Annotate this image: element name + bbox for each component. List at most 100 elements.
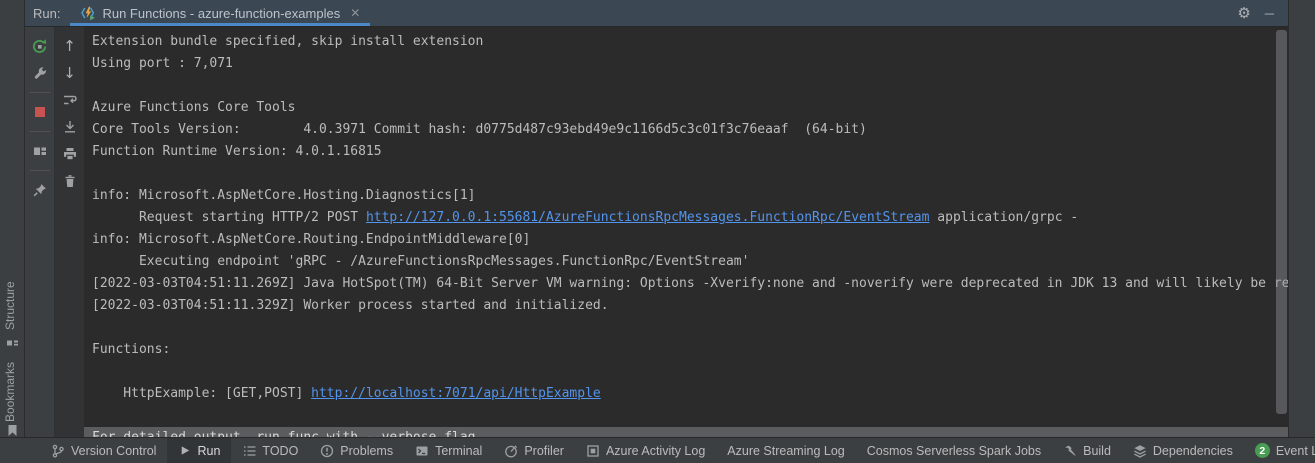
vertical-scrollbar[interactable] xyxy=(1276,30,1287,414)
console-text: info: Microsoft.AspNetCore.Hosting.Diagn… xyxy=(92,188,476,203)
pin-icon[interactable] xyxy=(29,179,51,201)
console-text: [2022-03-03T04:51:11.269Z] Java HotSpot(… xyxy=(92,276,1288,291)
console-line: info: Microsoft.AspNetCore.Routing.Endpo… xyxy=(84,229,1288,251)
statusbar-item-label: Version Control xyxy=(71,444,156,458)
console-line xyxy=(84,405,1288,427)
console-text: Executing endpoint 'gRPC - /AzureFunctio… xyxy=(92,254,749,269)
console-line: Core Tools Version: 4.0.3971 Commit hash… xyxy=(84,119,1288,141)
statusbar-item-azure-streaming-log[interactable]: Azure Streaming Log xyxy=(716,438,855,463)
gear-icon[interactable]: ⚙ xyxy=(1237,4,1250,22)
close-icon[interactable]: ✕ xyxy=(346,6,360,20)
console-line: Using port : 7,071 xyxy=(84,53,1288,75)
statusbar-item-cosmos-serverless-spark-jobs[interactable]: Cosmos Serverless Spark Jobs xyxy=(856,438,1052,463)
sidebar-item-structure[interactable]: Structure xyxy=(3,281,17,330)
statusbar-right: 2Event Log xyxy=(1244,438,1315,463)
scroll-up-icon[interactable]: ↑ xyxy=(59,35,81,57)
console-text: Functions: xyxy=(92,342,170,357)
console-text: application/grpc - xyxy=(929,210,1078,225)
console-toolbar: ↑ ↓ xyxy=(55,27,84,437)
statusbar-item-label: Build xyxy=(1083,444,1111,458)
console-text: info: Microsoft.AspNetCore.Routing.Endpo… xyxy=(92,232,530,247)
console-line: HttpExample: [GET,POST] http://localhost… xyxy=(84,383,1288,405)
scroll-to-end-icon[interactable] xyxy=(59,116,81,138)
problems-icon xyxy=(320,444,334,458)
console-line xyxy=(84,75,1288,97)
bookmarks-icon[interactable] xyxy=(6,424,19,437)
console-line: Function Runtime Version: 4.0.1.16815 xyxy=(84,141,1288,163)
console-link[interactable]: http://127.0.0.1:55681/AzureFunctionsRpc… xyxy=(366,210,930,225)
console-line: Extension bundle specified, skip install… xyxy=(84,31,1288,53)
toolbar-separator xyxy=(30,170,50,171)
console-text: Request starting HTTP/2 POST xyxy=(92,210,366,225)
console-text: Using port : 7,071 xyxy=(92,56,233,71)
run-controls-toolbar xyxy=(25,27,55,437)
statusbar-item-event-log[interactable]: 2Event Log xyxy=(1244,438,1315,463)
structure-icon[interactable] xyxy=(6,334,19,347)
console-line: Azure Functions Core Tools xyxy=(84,97,1288,119)
statusbar-left: Version Control Run TODO Problems Terminal Pr… xyxy=(40,438,1244,463)
console-lines: Extension bundle specified, skip install… xyxy=(84,27,1288,427)
right-tool-stripe xyxy=(1288,0,1315,437)
console-line xyxy=(84,163,1288,185)
tool-window-title: Run: xyxy=(25,0,70,26)
play-icon xyxy=(178,444,191,457)
console-text: Core Tools Version: 4.0.3971 Commit hash… xyxy=(92,122,867,137)
azure-functions-icon xyxy=(80,5,96,21)
profiler-icon xyxy=(504,444,518,458)
status-bar: Version Control Run TODO Problems Terminal Pr… xyxy=(0,437,1315,463)
statusbar-item-problems[interactable]: Problems xyxy=(309,438,404,463)
version-control-icon xyxy=(51,444,65,458)
console-line: Functions: xyxy=(84,339,1288,361)
statusbar-item-label: Azure Activity Log xyxy=(606,444,705,458)
sidebar-item-bookmarks[interactable]: Bookmarks xyxy=(3,362,17,422)
run-config-tab-label: Run Functions - azure-function-examples xyxy=(102,6,340,21)
scroll-down-icon[interactable]: ↓ xyxy=(59,62,81,84)
console-output[interactable]: Extension bundle specified, skip install… xyxy=(84,27,1288,437)
statusbar-item-label: Problems xyxy=(340,444,393,458)
run-tool-window: Run: Run Functions - azure-function-exam… xyxy=(0,0,1315,463)
console-text: HttpExample: [GET,POST] xyxy=(92,386,311,401)
console-line: [2022-03-03T04:51:11.329Z] Worker proces… xyxy=(84,295,1288,317)
statusbar-item-profiler[interactable]: Profiler xyxy=(493,438,575,463)
wrench-icon[interactable] xyxy=(29,62,51,84)
run-config-tab[interactable]: Run Functions - azure-function-examples … xyxy=(70,0,370,26)
console-line xyxy=(84,317,1288,339)
console-line: [2022-03-03T04:51:11.269Z] Java HotSpot(… xyxy=(84,273,1288,295)
azure-activity-log-icon xyxy=(586,444,600,458)
console-link[interactable]: http://localhost:7071/api/HttpExample xyxy=(311,386,601,401)
console-text: Extension bundle specified, skip install… xyxy=(92,34,483,49)
left-tool-stripe: Structure Bookmarks xyxy=(0,0,25,437)
statusbar-item-label: Event Log xyxy=(1276,444,1315,458)
statusbar-item-label: Run xyxy=(197,444,220,458)
console-line: info: Microsoft.AspNetCore.Hosting.Diagn… xyxy=(84,185,1288,207)
toolbar-separator xyxy=(30,131,50,132)
console-line xyxy=(84,361,1288,383)
console-line: Request starting HTTP/2 POST http://127.… xyxy=(84,207,1288,229)
statusbar-item-label: Terminal xyxy=(435,444,482,458)
clear-all-icon[interactable] xyxy=(59,170,81,192)
todo-icon xyxy=(242,444,256,458)
statusbar-item-version-control[interactable]: Version Control xyxy=(40,438,167,463)
dependencies-icon xyxy=(1133,444,1147,458)
statusbar-item-build[interactable]: Build xyxy=(1052,438,1122,463)
statusbar-item-dependencies[interactable]: Dependencies xyxy=(1122,438,1244,463)
stop-icon[interactable] xyxy=(29,101,51,123)
statusbar-item-run[interactable]: Run xyxy=(167,438,231,463)
statusbar-item-label: Dependencies xyxy=(1153,444,1233,458)
tool-window-header: Run: Run Functions - azure-function-exam… xyxy=(25,0,1288,27)
toolbar-separator xyxy=(30,92,50,93)
statusbar-item-label: Profiler xyxy=(524,444,564,458)
statusbar-item-terminal[interactable]: Terminal xyxy=(404,438,493,463)
statusbar-item-azure-activity-log[interactable]: Azure Activity Log xyxy=(575,438,716,463)
console-text: Azure Functions Core Tools xyxy=(92,100,296,115)
print-icon[interactable] xyxy=(59,143,81,165)
soft-wrap-icon[interactable] xyxy=(59,89,81,111)
statusbar-item-label: TODO xyxy=(262,444,298,458)
minimize-icon[interactable]: ─ xyxy=(1265,6,1274,21)
console-text: Function Runtime Version: 4.0.1.16815 xyxy=(92,144,382,159)
console-status-line: For detailed output, run func with --ver… xyxy=(84,427,1288,437)
statusbar-item-todo[interactable]: TODO xyxy=(231,438,309,463)
rerun-icon[interactable] xyxy=(29,35,51,57)
console-line: Executing endpoint 'gRPC - /AzureFunctio… xyxy=(84,251,1288,273)
restore-layout-icon[interactable] xyxy=(29,140,51,162)
